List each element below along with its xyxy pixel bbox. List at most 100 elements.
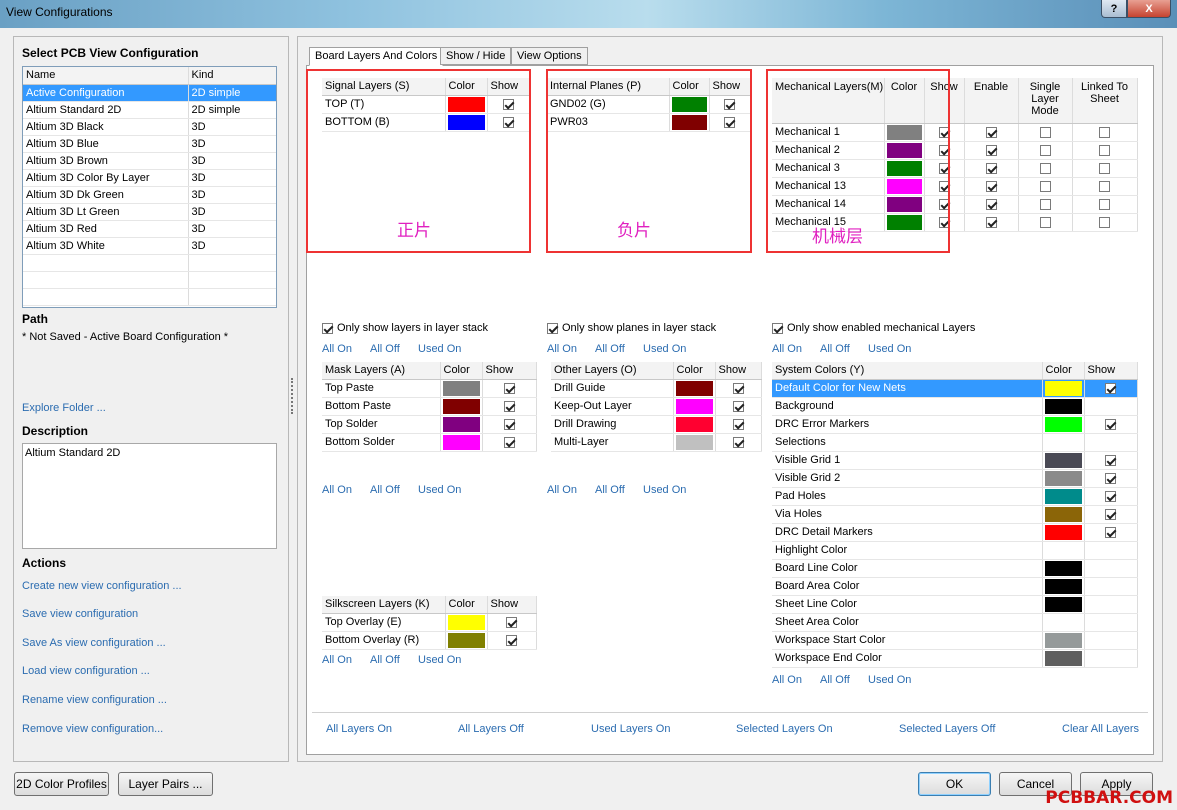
- color-swatch[interactable]: [1044, 416, 1082, 432]
- silk-used-on[interactable]: Used On: [418, 654, 461, 666]
- config-row[interactable]: Altium 3D Brown 3D: [23, 152, 276, 170]
- action-link[interactable]: Save As view configuration ...: [22, 637, 166, 649]
- signal-only-show-checkbox[interactable]: [322, 322, 333, 334]
- col-kind-header[interactable]: Kind: [188, 67, 276, 85]
- mask-color-cell[interactable]: [440, 397, 483, 416]
- show-checkbox[interactable]: [1105, 454, 1116, 466]
- system-color-cell[interactable]: [1042, 595, 1085, 614]
- show-checkbox[interactable]: [732, 418, 744, 430]
- mech-all-on[interactable]: All On: [772, 343, 820, 355]
- show-checkbox[interactable]: [732, 436, 744, 448]
- mech-only-show[interactable]: Only show enabled mechanical Layers: [772, 322, 975, 334]
- linked-checkbox[interactable]: [1099, 180, 1110, 192]
- system-color-cell[interactable]: [1042, 613, 1085, 632]
- show-checkbox[interactable]: [1105, 490, 1116, 502]
- signal-only-show[interactable]: Only show layers in layer stack: [322, 322, 488, 334]
- linked-checkbox[interactable]: [1099, 216, 1110, 228]
- color-swatch[interactable]: [442, 434, 480, 450]
- config-row[interactable]: Altium 3D Color By Layer 3D: [23, 169, 276, 187]
- color-swatch[interactable]: [1044, 380, 1082, 396]
- show-checkbox[interactable]: [1105, 472, 1116, 484]
- color-swatch[interactable]: [1044, 632, 1082, 648]
- system-all-on[interactable]: All On: [772, 674, 820, 686]
- action-link[interactable]: Remove view configuration...: [22, 723, 163, 735]
- linked-checkbox[interactable]: [1099, 126, 1110, 138]
- config-row[interactable]: Altium 3D Black 3D: [23, 118, 276, 136]
- color-swatch[interactable]: [1044, 596, 1082, 612]
- linked-checkbox[interactable]: [1099, 162, 1110, 174]
- enable-checkbox[interactable]: [985, 126, 997, 138]
- system-color-cell[interactable]: [1042, 577, 1085, 596]
- splitter-grip[interactable]: [291, 378, 294, 414]
- selected-layers-off-link[interactable]: Selected Layers Off: [899, 723, 995, 735]
- system-color-cell[interactable]: [1042, 487, 1085, 506]
- signal-all-off[interactable]: All Off: [370, 343, 418, 355]
- mask-color-cell[interactable]: [440, 379, 483, 398]
- color-profiles-button[interactable]: 2D Color Profiles: [14, 772, 109, 796]
- system-color-cell[interactable]: [1042, 469, 1085, 488]
- enable-checkbox[interactable]: [985, 144, 997, 156]
- show-checkbox[interactable]: [506, 634, 517, 646]
- system-color-cell[interactable]: [1042, 415, 1085, 434]
- color-swatch[interactable]: [1044, 452, 1082, 468]
- color-swatch[interactable]: [442, 380, 480, 396]
- config-row[interactable]: Active Configuration 2D simple: [23, 84, 276, 102]
- other-all-off[interactable]: All Off: [595, 484, 643, 496]
- color-swatch[interactable]: [675, 434, 713, 450]
- color-swatch[interactable]: [1044, 560, 1082, 576]
- enable-checkbox[interactable]: [985, 216, 997, 228]
- color-swatch[interactable]: [1044, 398, 1082, 414]
- color-swatch[interactable]: [1044, 470, 1082, 486]
- system-color-cell[interactable]: [1042, 559, 1085, 578]
- all-layers-on-link[interactable]: All Layers On: [326, 723, 392, 735]
- description-box[interactable]: Altium Standard 2D: [22, 443, 277, 549]
- mask-all-on[interactable]: All On: [322, 484, 370, 496]
- other-used-on[interactable]: Used On: [643, 484, 686, 496]
- other-color-cell[interactable]: [673, 379, 716, 398]
- close-button[interactable]: X: [1127, 0, 1171, 18]
- other-color-cell[interactable]: [673, 415, 716, 434]
- color-swatch[interactable]: [442, 416, 480, 432]
- mask-all-off[interactable]: All Off: [370, 484, 418, 496]
- system-color-cell[interactable]: [1042, 649, 1085, 668]
- enable-checkbox[interactable]: [985, 180, 997, 192]
- used-layers-on-link[interactable]: Used Layers On: [591, 723, 670, 735]
- silk-all-on[interactable]: All On: [322, 654, 370, 666]
- color-swatch[interactable]: [675, 416, 713, 432]
- action-link[interactable]: Save view configuration: [22, 608, 138, 620]
- clear-all-layers-link[interactable]: Clear All Layers: [1062, 723, 1139, 735]
- show-checkbox[interactable]: [503, 400, 515, 412]
- show-checkbox[interactable]: [1105, 526, 1116, 538]
- config-row[interactable]: Altium 3D Lt Green 3D: [23, 203, 276, 221]
- system-color-cell[interactable]: [1042, 451, 1085, 470]
- enable-checkbox[interactable]: [985, 162, 997, 174]
- system-color-cell[interactable]: [1042, 523, 1085, 542]
- system-color-cell[interactable]: [1042, 433, 1085, 452]
- color-swatch[interactable]: [675, 398, 713, 414]
- silk-color-cell[interactable]: [445, 631, 488, 650]
- signal-used-on[interactable]: Used On: [418, 343, 461, 355]
- layer-pairs-button[interactable]: Layer Pairs ...: [118, 772, 213, 796]
- col-name-header[interactable]: Name: [23, 67, 189, 85]
- selected-layers-on-link[interactable]: Selected Layers On: [736, 723, 833, 735]
- explore-folder-link[interactable]: Explore Folder ...: [22, 402, 106, 414]
- color-swatch[interactable]: [1044, 578, 1082, 594]
- planes-all-on[interactable]: All On: [547, 343, 595, 355]
- silk-all-off[interactable]: All Off: [370, 654, 418, 666]
- show-checkbox[interactable]: [732, 400, 744, 412]
- config-row[interactable]: Altium 3D Blue 3D: [23, 135, 276, 153]
- config-row[interactable]: Altium Standard 2D 2D simple: [23, 101, 276, 119]
- color-swatch[interactable]: [1044, 434, 1082, 450]
- show-checkbox[interactable]: [1105, 508, 1116, 520]
- color-swatch[interactable]: [1044, 650, 1082, 666]
- color-swatch[interactable]: [1044, 614, 1082, 630]
- linked-checkbox[interactable]: [1099, 144, 1110, 156]
- single-checkbox[interactable]: [1039, 162, 1051, 174]
- system-color-cell[interactable]: [1042, 505, 1085, 524]
- config-row[interactable]: Altium 3D Red 3D: [23, 220, 276, 238]
- linked-checkbox[interactable]: [1099, 198, 1110, 210]
- mask-color-cell[interactable]: [440, 433, 483, 452]
- planes-only-show-checkbox[interactable]: [547, 322, 558, 334]
- action-link[interactable]: Load view configuration ...: [22, 665, 150, 677]
- mech-only-show-checkbox[interactable]: [772, 322, 783, 334]
